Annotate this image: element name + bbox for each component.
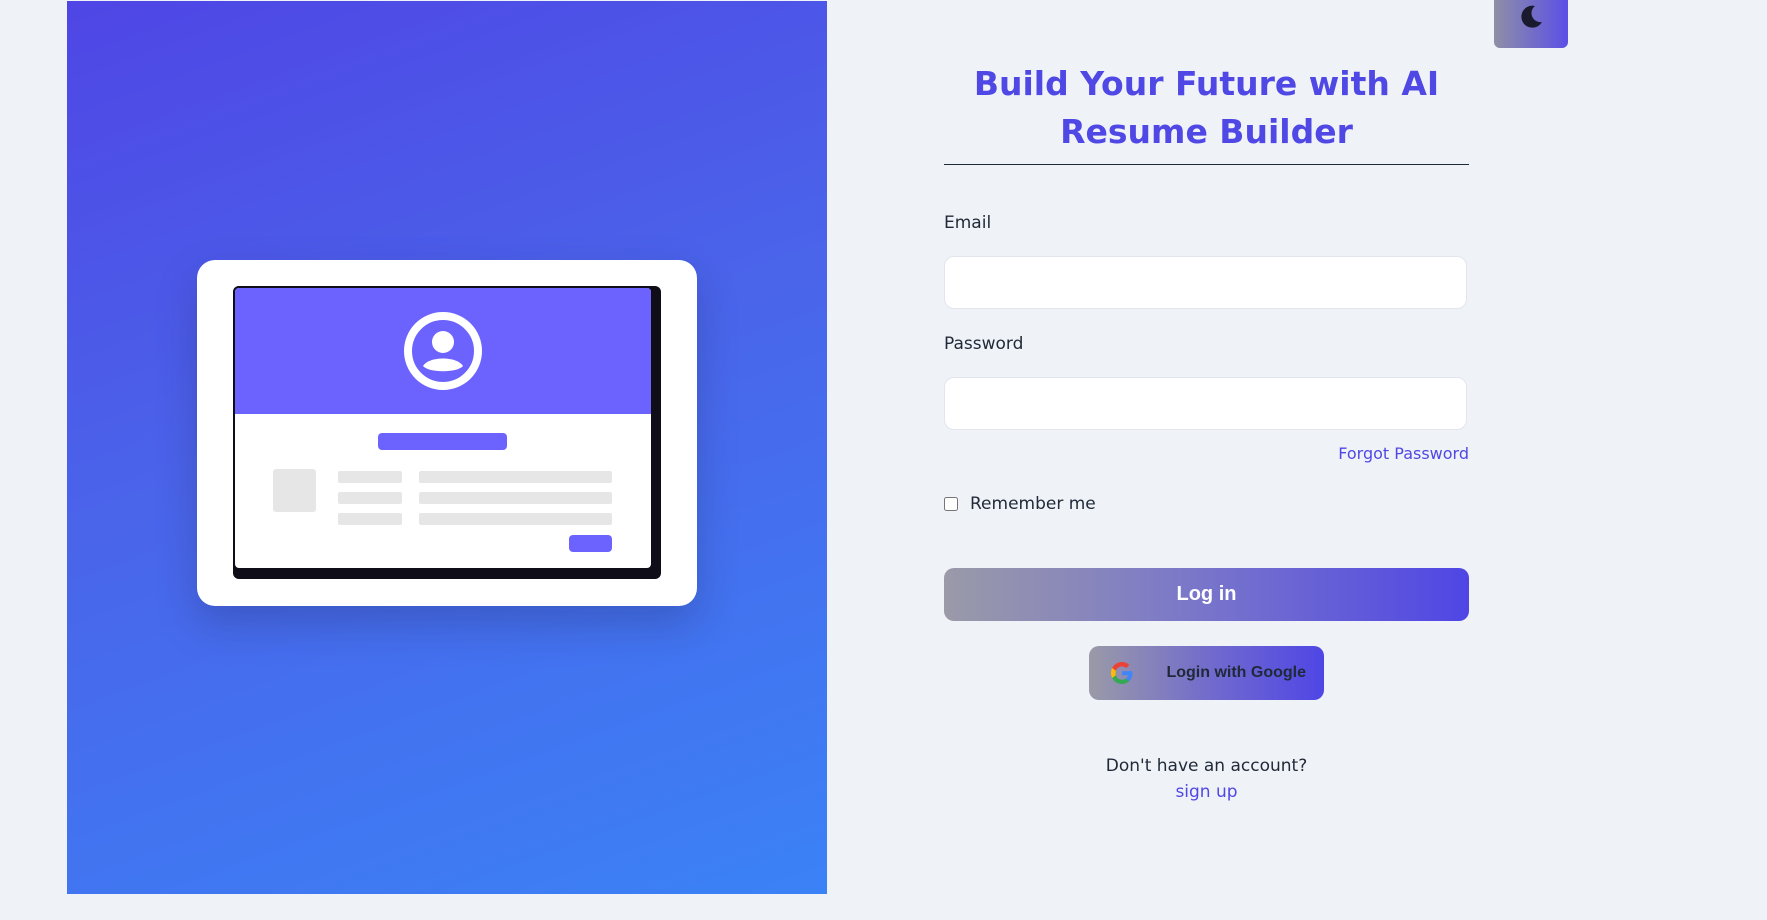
forgot-password-link[interactable]: Forgot Password — [1338, 444, 1469, 463]
illustration-title-bar — [378, 433, 507, 450]
illustration-line — [419, 513, 612, 525]
moon-icon — [1521, 5, 1542, 28]
password-input[interactable] — [944, 377, 1467, 430]
sign-up-link[interactable]: sign up — [944, 782, 1469, 802]
illustration-line — [338, 471, 402, 483]
google-login-button[interactable]: Login with Google — [1089, 646, 1324, 700]
remember-me-checkbox[interactable] — [944, 497, 958, 511]
illustration-line — [419, 492, 612, 504]
resume-illustration — [197, 260, 697, 606]
hero-panel — [67, 1, 827, 894]
page-title: Build Your Future with AI Resume Builder — [944, 60, 1469, 165]
email-label: Email — [944, 213, 992, 233]
illustration-button — [569, 535, 612, 552]
login-form: Build Your Future with AI Resume Builder… — [944, 60, 1469, 802]
illustration-line — [338, 513, 402, 525]
login-page: Build Your Future with AI Resume Builder… — [0, 0, 1767, 920]
login-button[interactable]: Log in — [944, 568, 1469, 621]
illustration-header — [235, 288, 651, 414]
illustration-screen — [233, 286, 653, 570]
user-avatar-icon — [404, 312, 482, 390]
google-login-label: Login with Google — [1166, 664, 1306, 681]
email-input[interactable] — [944, 256, 1467, 309]
illustration-line — [419, 471, 612, 483]
no-account-text: Don't have an account? — [1105, 756, 1308, 776]
password-label: Password — [944, 334, 1024, 354]
remember-me-label: Remember me — [970, 494, 1096, 514]
illustration-thumbnail — [273, 469, 316, 512]
google-icon — [1111, 662, 1133, 684]
theme-toggle-button[interactable] — [1494, 0, 1568, 48]
illustration-line — [338, 492, 402, 504]
remember-me-row: Remember me — [944, 494, 1096, 514]
